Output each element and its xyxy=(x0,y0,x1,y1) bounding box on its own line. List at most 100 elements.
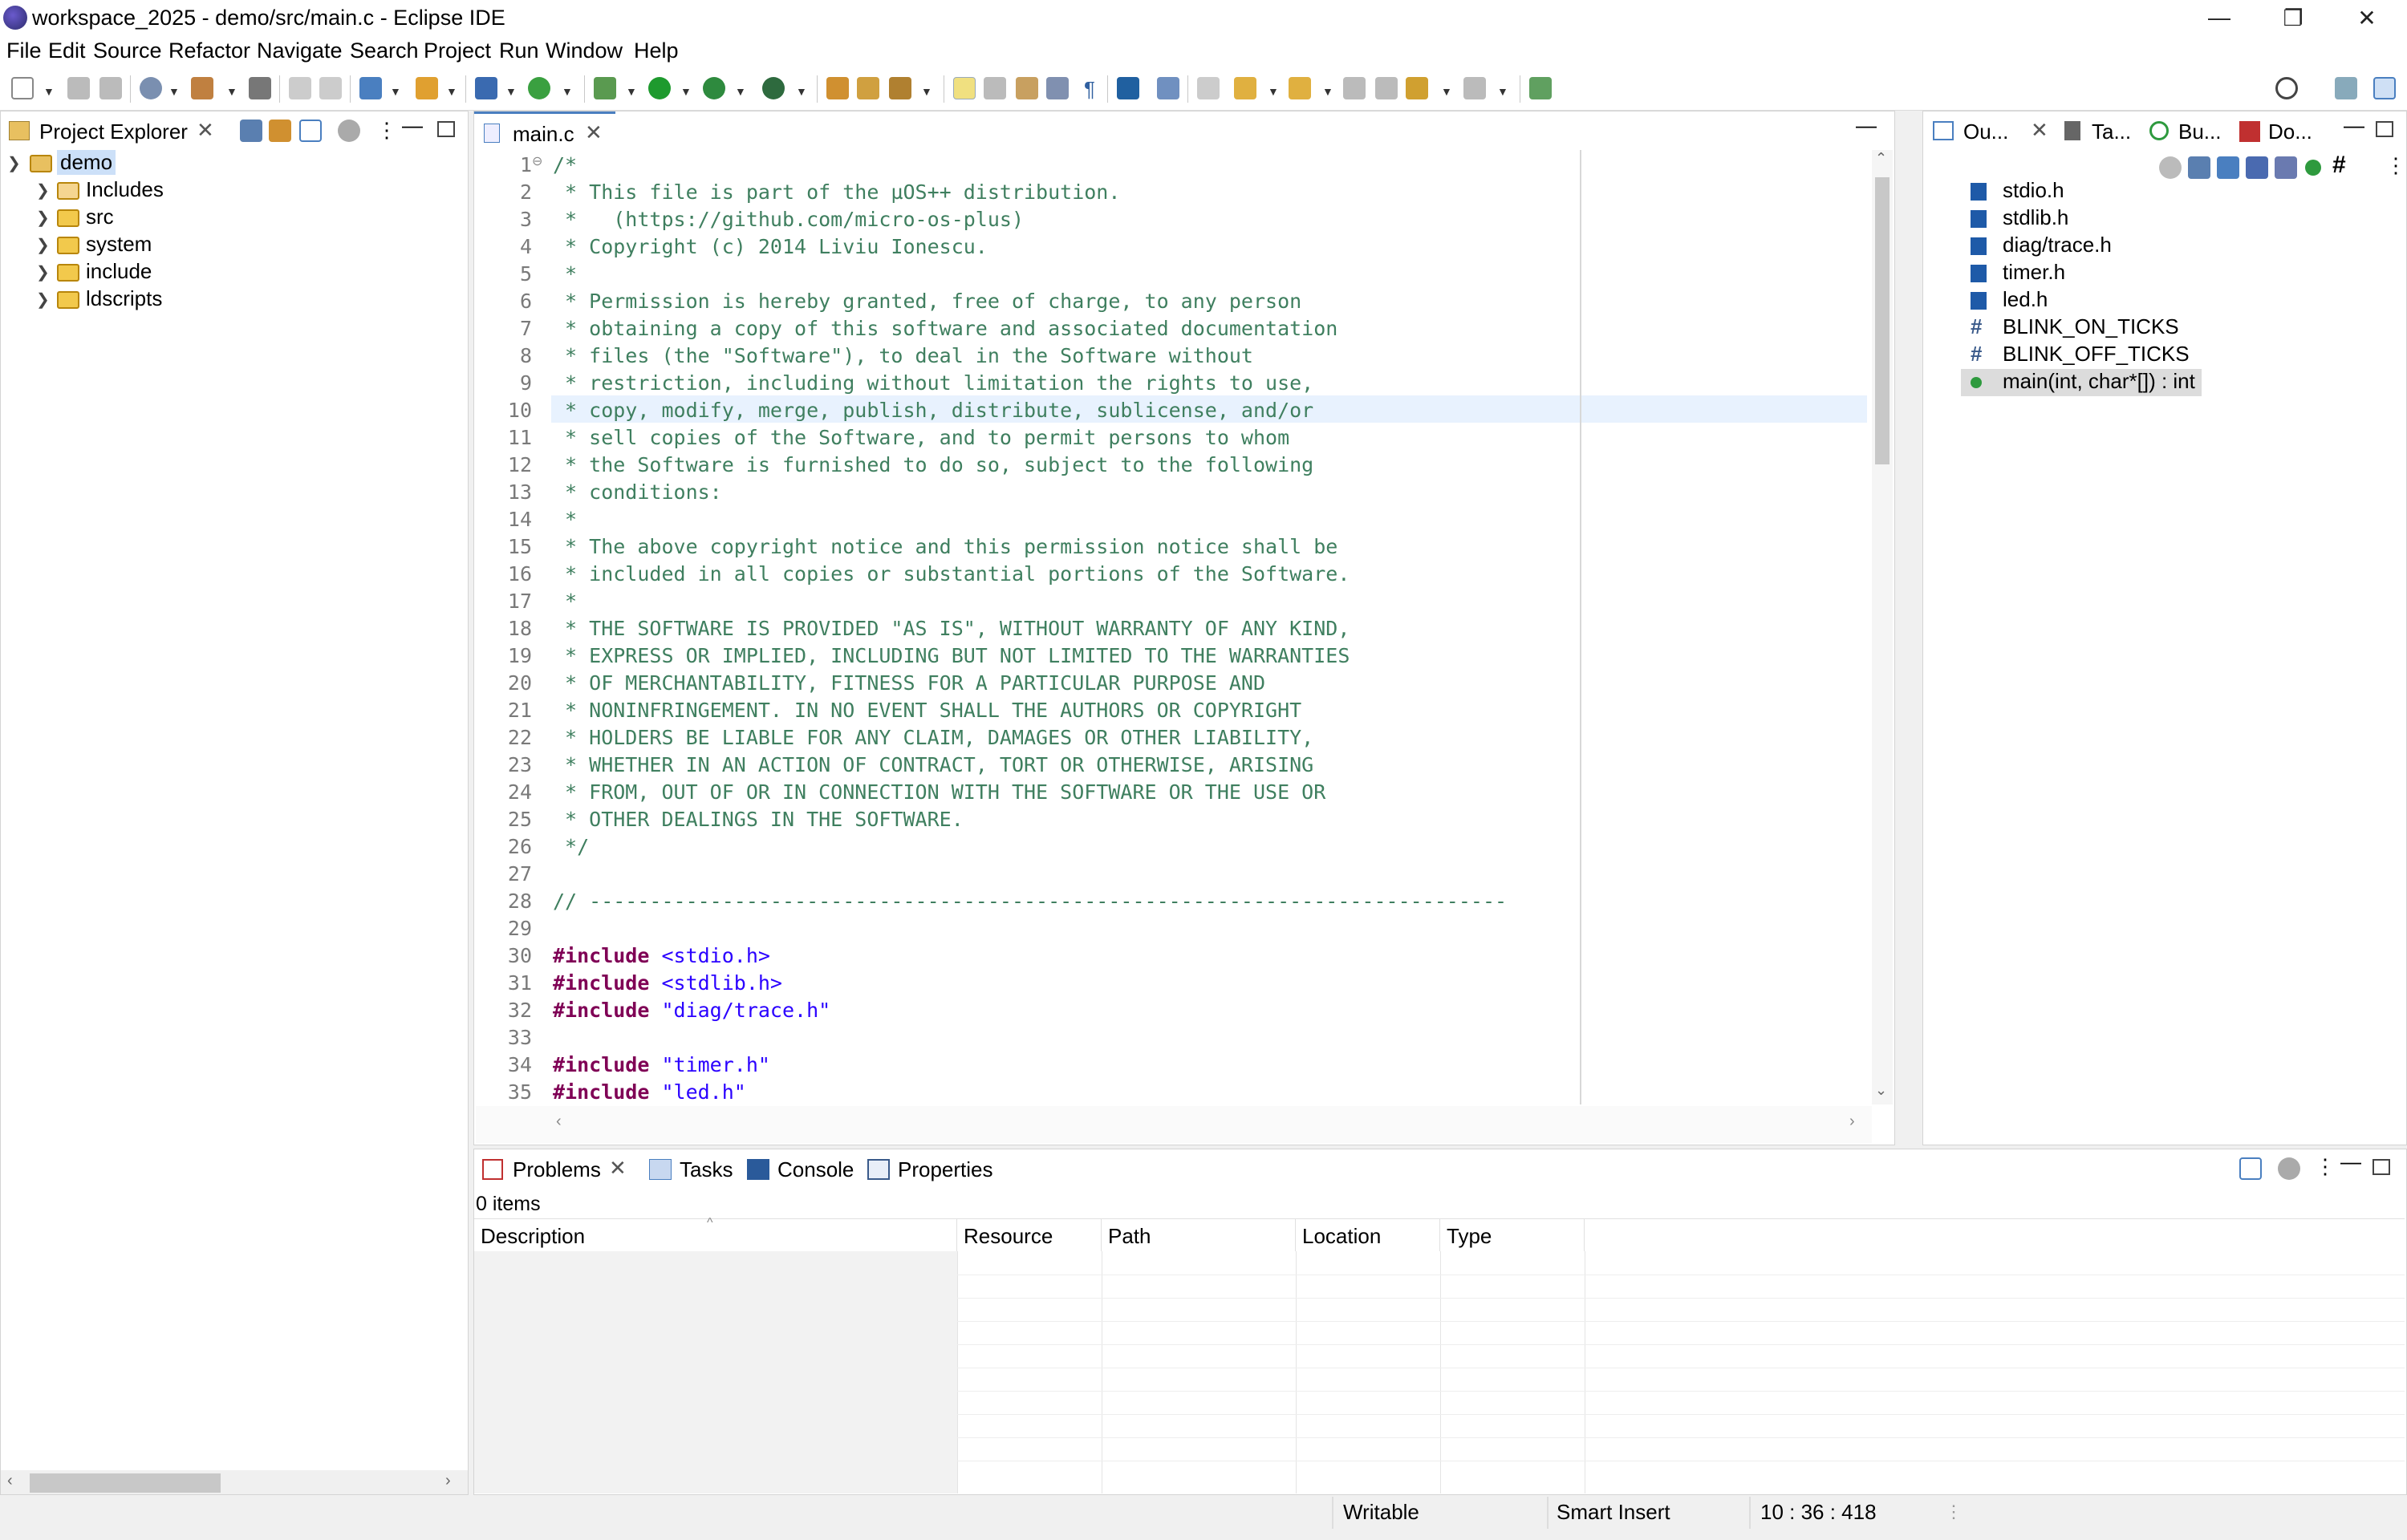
column-header-description[interactable]: Description ^ xyxy=(474,1216,957,1251)
new-icon[interactable] xyxy=(11,77,34,99)
scroll-left-icon[interactable]: ‹ xyxy=(556,1112,562,1131)
chevron-right-icon[interactable]: ❯ xyxy=(36,262,50,282)
code-line[interactable]: /* xyxy=(553,153,577,180)
save-all-icon[interactable] xyxy=(99,77,122,99)
open-element-icon[interactable] xyxy=(857,77,879,99)
undo-icon[interactable] xyxy=(289,77,311,99)
view-menu-icon[interactable]: ⋮ xyxy=(2385,153,2406,178)
scroll-left-icon[interactable]: ‹ xyxy=(7,1472,13,1490)
menu-navigate[interactable]: Navigate xyxy=(257,38,343,63)
tab-outline[interactable]: Ou... xyxy=(1963,120,2008,144)
minimize-view-icon[interactable]: — xyxy=(2340,1149,2361,1174)
open-type-icon[interactable] xyxy=(826,77,849,99)
code-area[interactable]: ⊖ 1 /* 2 * This file is part of the µOS++ … xyxy=(476,150,1893,1104)
tree-item-ldscripts[interactable]: ❯ ldscripts xyxy=(1,286,466,314)
code-line[interactable]: * sell copies of the Software, and to pe… xyxy=(553,426,1289,453)
code-line[interactable]: * WHETHER IN AN ACTION OF CONTRACT, TORT… xyxy=(553,753,1313,780)
code-line[interactable]: // -------------------------------------… xyxy=(553,890,1507,917)
minimize-button[interactable]: — xyxy=(2182,0,2256,35)
code-line[interactable]: */ xyxy=(553,835,589,862)
forward-icon[interactable] xyxy=(1375,77,1398,99)
close-button[interactable]: ✕ xyxy=(2330,0,2404,35)
toggle-mark-occurrences-icon[interactable] xyxy=(953,77,976,99)
menu-edit[interactable]: Edit xyxy=(48,38,86,63)
code-line[interactable]: #include "diag/trace.h" xyxy=(553,999,830,1026)
code-line[interactable]: #include <stdlib.h> xyxy=(553,971,782,999)
build-hammer-icon[interactable] xyxy=(191,77,213,99)
code-line[interactable]: * The above copyright notice and this pe… xyxy=(553,535,1337,562)
tree-item-system[interactable]: ❯ system xyxy=(1,232,466,259)
tree-item-includes[interactable]: ❯ Includes xyxy=(1,177,466,205)
hide-non-public-icon[interactable] xyxy=(2305,160,2321,176)
navigate-back-icon[interactable] xyxy=(1406,77,1428,99)
collapse-all-icon[interactable] xyxy=(240,120,262,142)
c-cpp-perspective-icon[interactable] xyxy=(2373,77,2396,99)
tree-item-demo[interactable]: ❯ demo xyxy=(1,150,466,177)
code-line[interactable]: * xyxy=(553,262,577,290)
search-icon[interactable] xyxy=(2275,77,2298,99)
menu-run[interactable]: Run xyxy=(499,38,539,63)
tab-problems[interactable]: Problems xyxy=(513,1157,601,1182)
code-line[interactable]: * Permission is hereby granted, free of … xyxy=(553,290,1301,317)
outline-item[interactable]: main(int, char*[]) : int xyxy=(1961,369,2202,396)
back-icon[interactable] xyxy=(1343,77,1366,99)
chevron-right-icon[interactable]: ❯ xyxy=(36,235,50,255)
navigate-forward-dropdown-icon[interactable]: ▼ xyxy=(1497,85,1508,98)
scroll-right-icon[interactable]: › xyxy=(445,1472,451,1490)
coverage-icon[interactable] xyxy=(762,77,785,99)
debug-dropdown-icon[interactable]: ▼ xyxy=(626,85,637,98)
search-tool-icon[interactable] xyxy=(889,77,911,99)
menu-help[interactable]: Help xyxy=(634,38,679,63)
chevron-right-icon[interactable]: ❯ xyxy=(36,180,50,201)
close-tab-icon[interactable]: ✕ xyxy=(2031,118,2048,143)
code-line[interactable]: * obtaining a copy of this software and … xyxy=(553,317,1337,344)
toggle-highlight-icon[interactable] xyxy=(984,77,1006,99)
sort-icon[interactable] xyxy=(2217,156,2239,179)
column-header-location[interactable]: Location xyxy=(1296,1219,1440,1251)
menu-search[interactable]: Search xyxy=(350,38,419,63)
code-line[interactable]: * conditions: xyxy=(553,480,722,508)
skip-breakpoints-icon[interactable] xyxy=(1157,77,1179,99)
run-dropdown-icon[interactable]: ▼ xyxy=(680,85,692,98)
horizontal-scrollbar[interactable]: ‹ › xyxy=(1,1470,468,1494)
new-project-dropdown-icon[interactable]: ▼ xyxy=(390,85,401,98)
hide-fields-icon[interactable] xyxy=(2246,156,2268,179)
build-dropdown-icon[interactable]: ▼ xyxy=(226,85,237,98)
manage-configurations-icon[interactable] xyxy=(140,77,162,99)
tab-tasks[interactable]: Tasks xyxy=(680,1157,733,1182)
tab-main-c[interactable]: main.c ✕ xyxy=(474,111,615,150)
tree-item-src[interactable]: ❯ src xyxy=(1,205,466,232)
chevron-down-icon[interactable]: ❯ xyxy=(7,153,21,173)
redo-icon[interactable] xyxy=(319,77,342,99)
debug-icon[interactable] xyxy=(594,77,616,99)
maximize-view-icon[interactable] xyxy=(2376,121,2393,137)
column-header-resource[interactable]: Resource xyxy=(957,1219,1102,1251)
code-line[interactable]: * restriction, including without limitat… xyxy=(553,371,1313,399)
focus-icon[interactable] xyxy=(338,120,360,142)
editor-horizontal-scrollbar[interactable]: ‹ › xyxy=(476,1106,1872,1143)
new-class-icon[interactable] xyxy=(528,77,550,99)
run-external-icon[interactable] xyxy=(703,77,725,99)
code-line[interactable]: * This file is part of the µOS++ distrib… xyxy=(553,180,1120,208)
code-line[interactable]: * Copyright (c) 2014 Liviu Ionescu. xyxy=(553,235,988,262)
code-line[interactable]: * OTHER DEALINGS IN THE SOFTWARE. xyxy=(553,808,964,835)
hide-static-icon[interactable] xyxy=(2275,156,2297,179)
code-line[interactable]: * NONINFRINGEMENT. IN NO EVENT SHALL THE… xyxy=(553,699,1301,726)
navigate-back-dropdown-icon[interactable]: ▼ xyxy=(1441,85,1452,98)
next-annotation-icon[interactable] xyxy=(1234,77,1256,99)
focus-icon[interactable] xyxy=(2278,1157,2300,1180)
view-menu-icon[interactable]: ⋮ xyxy=(2315,1154,2336,1179)
code-line[interactable]: * THE SOFTWARE IS PROVIDED "AS IS", WITH… xyxy=(553,617,1350,644)
code-line[interactable]: * EXPRESS OR IMPLIED, INCLUDING BUT NOT … xyxy=(553,644,1350,671)
previous-annotation-dropdown-icon[interactable]: ▼ xyxy=(1322,85,1333,98)
view-menu-icon[interactable]: ⋮ xyxy=(376,118,397,143)
column-header-type[interactable]: Type xyxy=(1440,1219,1585,1251)
code-line[interactable]: * the Software is furnished to do so, su… xyxy=(553,453,1313,480)
minimize-view-icon[interactable]: — xyxy=(2344,113,2364,138)
previous-annotation-icon[interactable] xyxy=(1289,77,1311,99)
filter-icon[interactable] xyxy=(299,120,322,142)
menu-file[interactable]: File xyxy=(6,38,42,63)
code-line[interactable]: #include "led.h" xyxy=(553,1080,746,1104)
column-header-path[interactable]: Path xyxy=(1102,1219,1296,1251)
fold-collapse-icon[interactable]: ⊖ xyxy=(532,153,542,169)
